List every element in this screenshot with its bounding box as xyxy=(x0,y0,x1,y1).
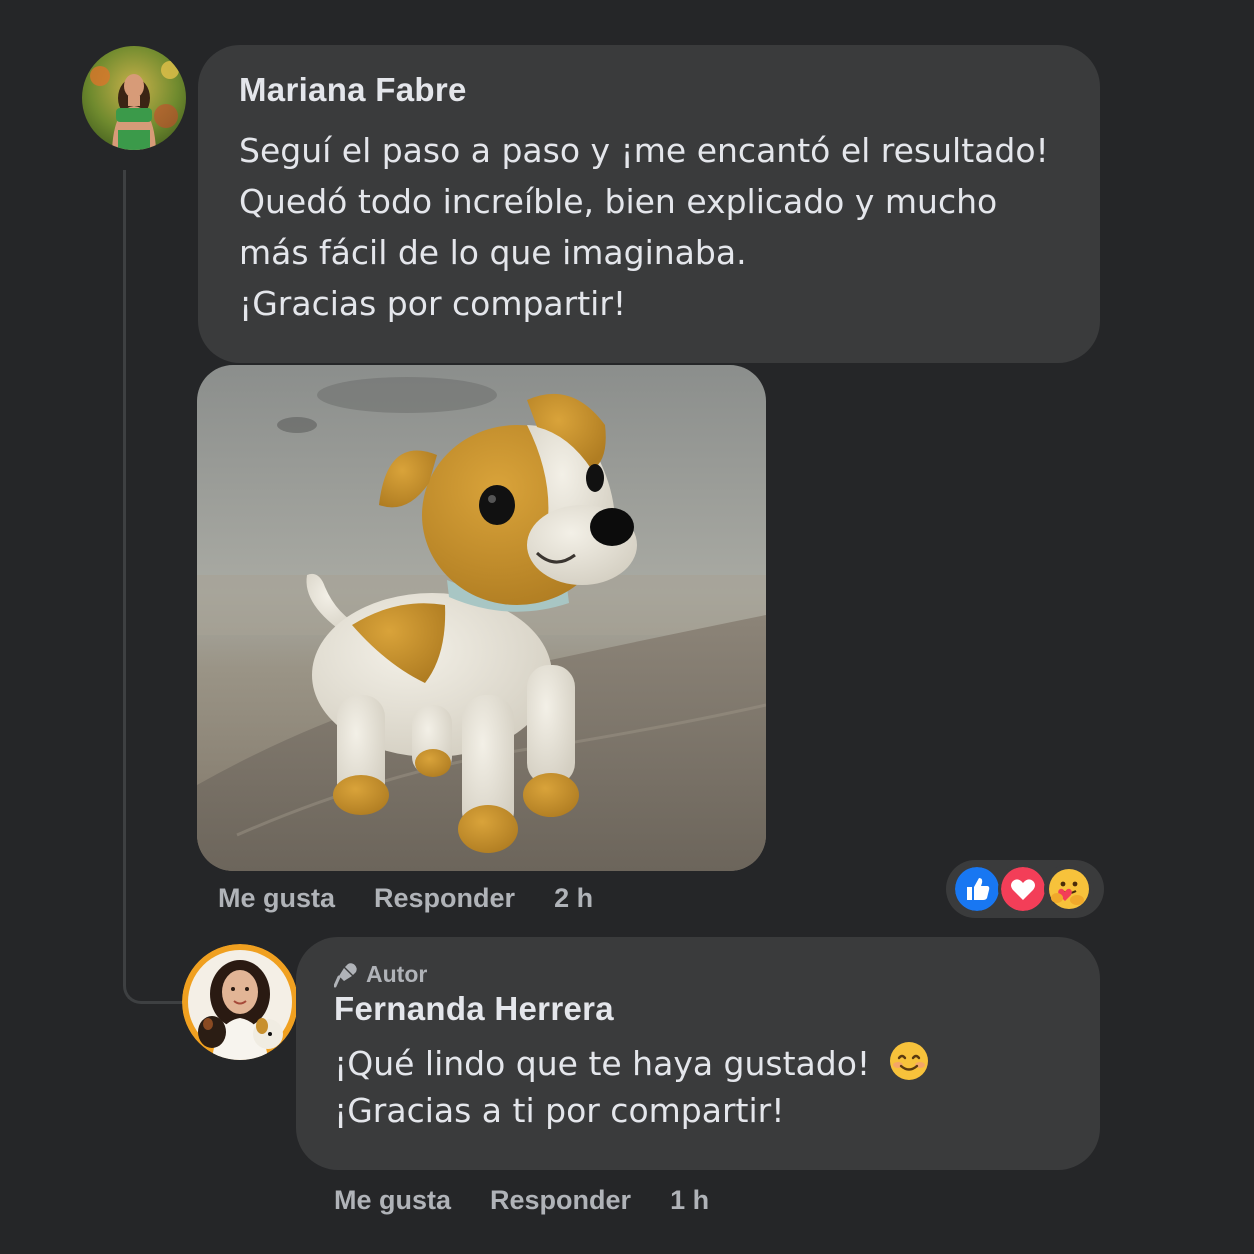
reply-timestamp[interactable]: 1 h xyxy=(670,1185,709,1216)
thread-connector-line xyxy=(123,170,183,1004)
avatar-photo xyxy=(182,944,298,1060)
comment-thread: Mariana Fabre Seguí el paso a paso y ¡me… xyxy=(0,0,1254,1254)
reply-text-line: ¡Gracias a ti por compartir! xyxy=(334,1091,785,1130)
like-icon xyxy=(952,864,1002,914)
reply-text-line-content: ¡Qué lindo que te haya gustado! xyxy=(334,1044,871,1083)
reply-author-name[interactable]: Fernanda Herrera xyxy=(334,990,1100,1028)
smiling-face-emoji-icon xyxy=(889,1042,928,1080)
comment-author-name[interactable]: Mariana Fabre xyxy=(239,71,1100,109)
comment-bubble: Mariana Fabre Seguí el paso a paso y ¡me… xyxy=(198,45,1100,363)
comment-actions: Me gusta Responder 2 h xyxy=(218,883,593,914)
avatar-fernanda-herrera[interactable] xyxy=(182,944,298,1060)
author-badge: Autor xyxy=(334,961,1100,988)
comment-text: Seguí el paso a paso y ¡me encantó el re… xyxy=(239,125,1100,329)
reactions-summary[interactable] xyxy=(946,860,1104,918)
comment-text-line: más fácil de lo que imaginaba. xyxy=(239,233,747,272)
avatar-photo xyxy=(82,46,186,150)
amigurumi-dog-image xyxy=(197,365,766,871)
reply-link[interactable]: Responder xyxy=(374,883,515,914)
reply-link[interactable]: Responder xyxy=(490,1185,631,1216)
microphone-icon xyxy=(334,962,357,987)
reply-bubble: Autor Fernanda Herrera ¡Qué lindo que te… xyxy=(296,937,1100,1170)
comment-text-line: ¡Gracias por compartir! xyxy=(239,284,627,323)
like-link[interactable]: Me gusta xyxy=(334,1185,451,1216)
comment-attached-photo[interactable] xyxy=(197,365,766,871)
reply-text: ¡Qué lindo que te haya gustado! ¡Gracias… xyxy=(334,1040,1100,1134)
love-icon xyxy=(998,864,1048,914)
like-link[interactable]: Me gusta xyxy=(218,883,335,914)
comment-text-line: Quedó todo increíble, bien explicado y m… xyxy=(239,182,998,221)
care-icon xyxy=(1044,864,1094,914)
author-badge-label: Autor xyxy=(366,961,428,987)
reply-text-line: ¡Qué lindo que te haya gustado! xyxy=(334,1040,1100,1087)
comment-timestamp[interactable]: 2 h xyxy=(554,883,593,914)
reply-actions: Me gusta Responder 1 h xyxy=(334,1185,709,1216)
avatar-mariana-fabre[interactable] xyxy=(82,46,186,150)
comment-text-line: Seguí el paso a paso y ¡me encantó el re… xyxy=(239,131,1049,170)
